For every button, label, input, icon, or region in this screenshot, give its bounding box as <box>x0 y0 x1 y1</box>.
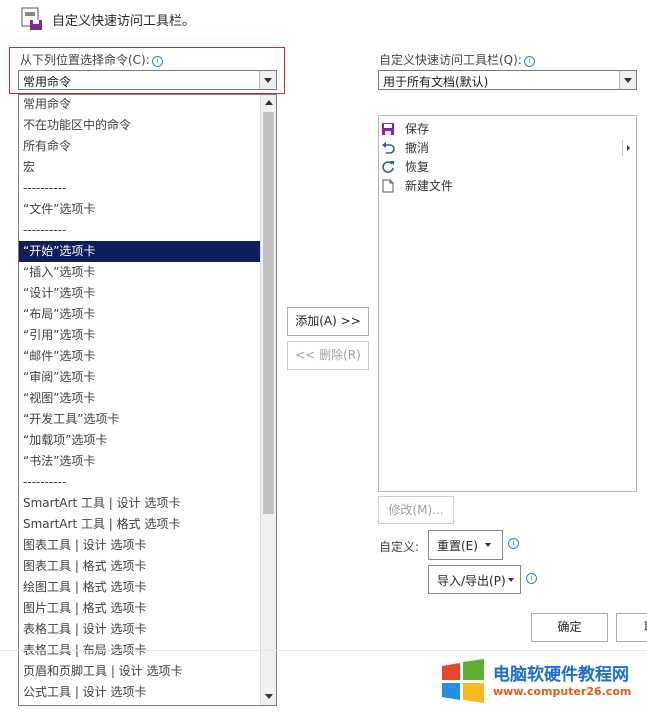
new-file-icon <box>381 179 395 193</box>
import-export-button[interactable]: 导入/导出(P) <box>428 565 521 594</box>
page-title: 自定义快速访问工具栏。 <box>52 14 196 29</box>
save-icon <box>381 122 395 136</box>
reset-button[interactable]: 重置(E) <box>428 530 503 560</box>
dropdown-item[interactable]: 常用命令 <box>23 95 71 115</box>
dropdown-item[interactable]: 所有命令 <box>23 136 71 157</box>
scroll-down-icon[interactable] <box>261 689 276 705</box>
dropdown-item[interactable]: “开始”选项卡 <box>19 241 261 262</box>
undo-icon <box>381 141 395 155</box>
modify-button[interactable]: 修改(M)... <box>378 496 454 524</box>
toolbar-commands-list[interactable]: 保存 撤消 恢复 新建文件 <box>378 115 637 492</box>
dropdown-item[interactable]: 图表工具 | 格式 选项卡 <box>23 556 147 577</box>
dropdown-item[interactable]: “文件”选项卡 <box>23 199 95 220</box>
info-icon: i <box>526 573 537 584</box>
watermark: 电脑软硬件教程网 www.computer26.com <box>438 658 643 706</box>
dropdown-item[interactable]: “视图”选项卡 <box>23 388 95 409</box>
dropdown-item[interactable]: “审阅”选项卡 <box>23 367 95 388</box>
remove-button[interactable]: << 删除(R) <box>287 341 369 370</box>
info-icon: i <box>523 56 535 67</box>
choose-commands-label: 从下列位置选择命令(C): i <box>20 51 163 68</box>
dropdown-item[interactable]: ---------- <box>23 472 66 493</box>
dropdown-item[interactable]: SmartArt 工具 | 设计 选项卡 <box>23 493 180 514</box>
dropdown-item[interactable]: 公式工具 | 设计 选项卡 <box>23 682 147 703</box>
combo-value: 常用命令 <box>23 75 72 89</box>
toolbar-scope-combo[interactable]: 用于所有文档(默认) <box>378 70 637 90</box>
windows-logo-icon <box>442 659 484 703</box>
info-icon: i <box>508 538 519 549</box>
dropdown-item[interactable]: ---------- <box>23 178 66 199</box>
dropdown-item[interactable]: “布局”选项卡 <box>23 304 95 325</box>
add-button[interactable]: 添加(A) >> <box>287 307 369 336</box>
customize-label: 自定义: <box>379 540 420 554</box>
ok-button[interactable]: 确定 <box>531 613 608 642</box>
redo-icon <box>381 160 395 174</box>
dropdown-item[interactable]: “开发工具”选项卡 <box>23 409 119 430</box>
dropdown-item[interactable]: “书法”选项卡 <box>23 451 95 472</box>
dropdown-item[interactable]: “引用”选项卡 <box>23 325 95 346</box>
scroll-up-icon[interactable] <box>261 95 276 111</box>
dropdown-item[interactable]: SmartArt 工具 | 格式 选项卡 <box>23 514 180 535</box>
dropdown-item[interactable]: ---------- <box>23 220 66 241</box>
chevron-down-icon <box>508 578 514 582</box>
dropdown-item[interactable]: 图片工具 | 格式 选项卡 <box>23 598 147 619</box>
choose-commands-combo[interactable]: 常用命令 <box>18 70 277 90</box>
chevron-right-icon[interactable] <box>622 140 633 156</box>
vertical-scrollbar[interactable] <box>260 95 276 705</box>
dropdown-item[interactable]: 不在功能区中的命令 <box>23 115 131 136</box>
cancel-button[interactable]: 取 <box>616 613 647 642</box>
scrollbar-thumb[interactable] <box>263 112 274 514</box>
dropdown-item[interactable]: 表格工具 | 设计 选项卡 <box>23 619 147 640</box>
list-item[interactable]: 撤消 <box>381 139 633 158</box>
dropdown-item[interactable]: 页眉和页脚工具 | 设计 选项卡 <box>23 661 183 682</box>
commands-dropdown-list[interactable]: 常用命令 不在功能区中的命令 所有命令宏 ---------- “文件”选项卡 -----… <box>18 94 277 706</box>
dropdown-item[interactable]: “设计”选项卡 <box>23 283 95 304</box>
watermark-title: 电脑软硬件教程网 <box>493 665 629 685</box>
divider <box>0 650 647 651</box>
customize-toolbar-label: 自定义快速访问工具栏(Q): i <box>379 51 535 68</box>
chevron-down-icon[interactable] <box>619 71 636 89</box>
watermark-url: www.computer26.com <box>493 685 632 698</box>
combo-value: 用于所有文档(默认) <box>383 75 489 89</box>
dropdown-item[interactable]: 绘图工具 | 格式 选项卡 <box>23 577 147 598</box>
dropdown-item[interactable]: “邮件”选项卡 <box>23 346 95 367</box>
chevron-down-icon <box>485 543 491 547</box>
info-icon: i <box>151 56 163 67</box>
chevron-down-icon[interactable] <box>259 71 276 89</box>
dropdown-item[interactable]: 图表工具 | 设计 选项卡 <box>23 535 147 556</box>
dropdown-item[interactable]: “插入”选项卡 <box>23 262 95 283</box>
quick-access-toolbar-icon <box>18 4 46 32</box>
dropdown-item[interactable]: 宏 <box>23 157 35 178</box>
dropdown-item[interactable]: “加载项”选项卡 <box>23 430 107 451</box>
